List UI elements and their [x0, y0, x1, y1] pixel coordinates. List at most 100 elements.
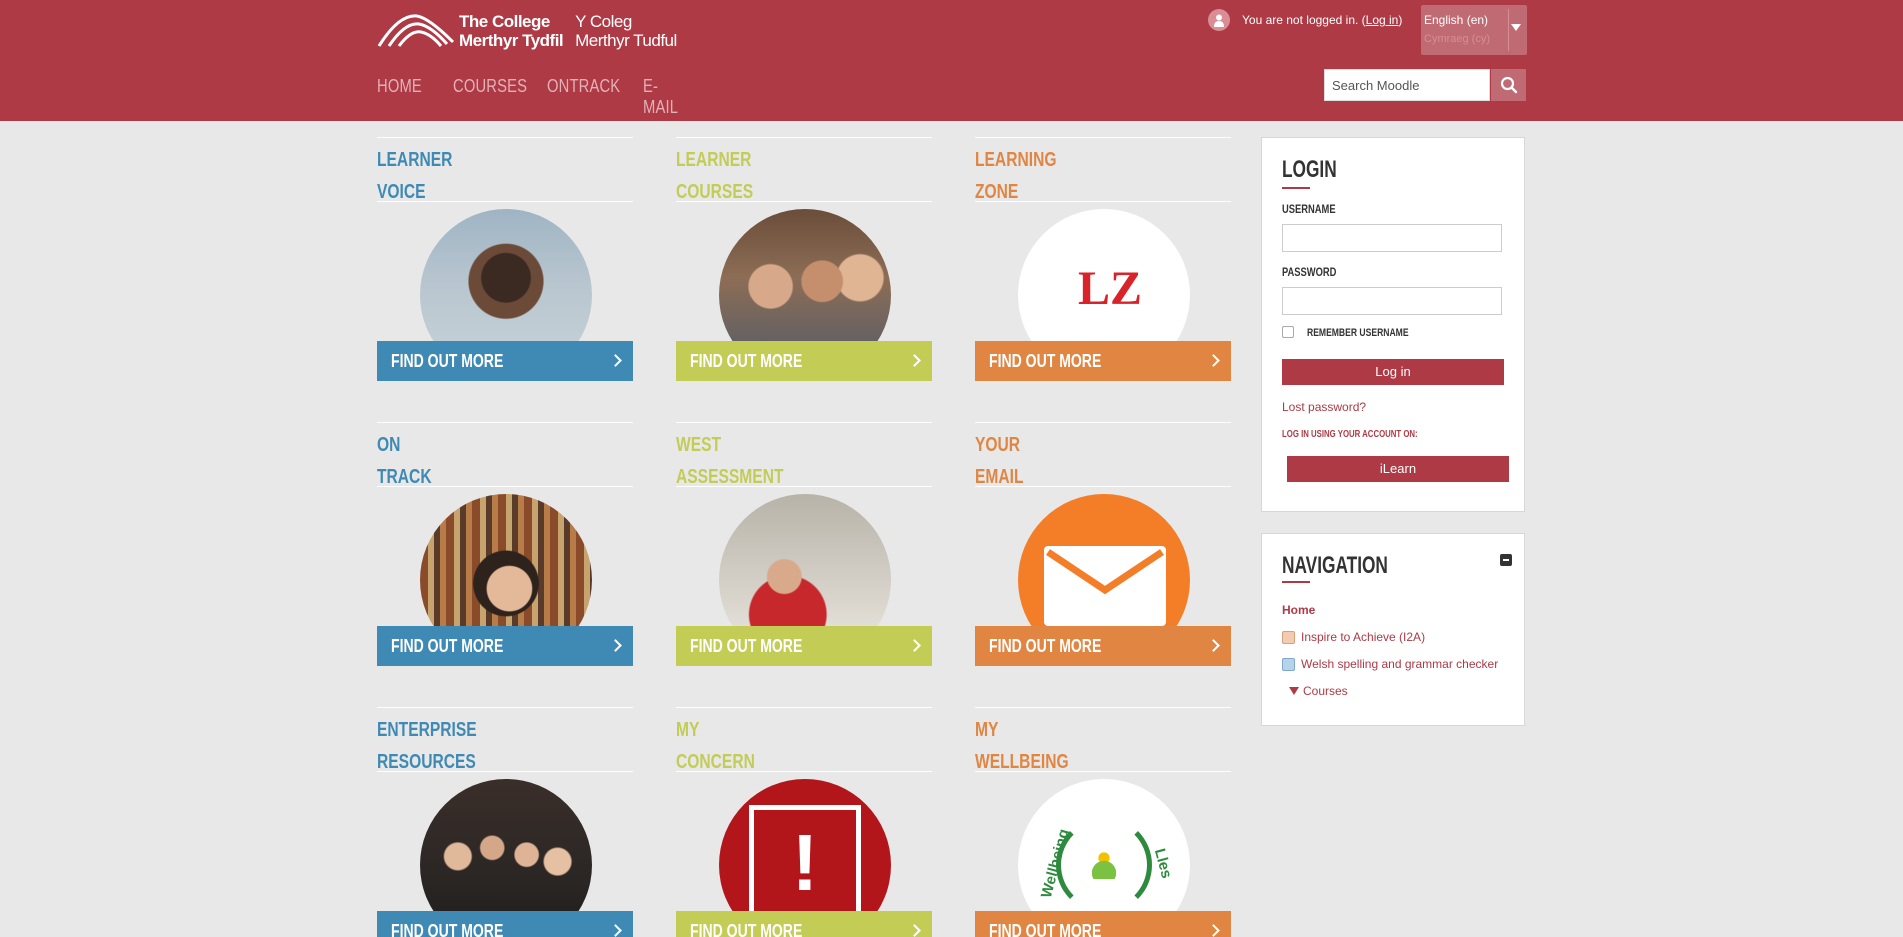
language-current[interactable]: English (en) [1424, 13, 1488, 27]
tile-title-line1: MY [975, 719, 999, 741]
search-input[interactable]: Search Moodle [1324, 69, 1490, 101]
tile-title-line2: COURSES [676, 181, 754, 203]
search-button[interactable] [1491, 69, 1526, 101]
find-out-more-button[interactable]: FIND OUT MORE [676, 626, 932, 666]
nav-block-courses[interactable]: Courses [1289, 684, 1348, 698]
nav-block-inspire-label: Inspire to Achieve (I2A) [1301, 630, 1426, 644]
chevron-right-icon [1207, 639, 1220, 652]
tile-title[interactable]: YOUR EMAIL [975, 429, 1024, 493]
chevron-right-icon [609, 354, 622, 367]
title-underline [1282, 187, 1310, 189]
tile-title[interactable]: LEARNING ZONE [975, 144, 1056, 208]
tile-title[interactable]: LEARNER VOICE [377, 144, 452, 208]
logo-en-line2: Merthyr Tydfil [459, 31, 564, 50]
find-out-more-button[interactable]: FIND OUT MORE [676, 341, 932, 381]
nav-block-home[interactable]: Home [1282, 603, 1315, 617]
divider [975, 137, 1231, 138]
divider [377, 707, 633, 708]
divider [377, 771, 633, 772]
chevron-down-icon[interactable] [1511, 24, 1521, 31]
find-out-more-label: FIND OUT MORE [989, 351, 1102, 371]
nav-block-welsh-checker-label: Welsh spelling and grammar checker [1301, 657, 1499, 671]
find-out-more-button[interactable]: FIND OUT MORE [975, 341, 1231, 381]
ilearn-login-button[interactable]: iLearn [1287, 456, 1509, 482]
login-block-title: LOGIN [1282, 156, 1337, 183]
language-selector[interactable]: English (en) Cymraeg (cy) [1421, 5, 1527, 55]
lost-password-link[interactable]: Lost password? [1282, 400, 1366, 414]
wellbeing-right-label: Lles [1150, 846, 1176, 881]
tile-title[interactable]: MY CONCERN [676, 714, 755, 778]
course-icon [1282, 630, 1295, 644]
tile-title-line1: LEARNER [676, 149, 752, 171]
divider [676, 486, 932, 487]
nav-item-home[interactable]: HOME [377, 76, 422, 118]
divider [377, 137, 633, 138]
find-out-more-label: FIND OUT MORE [989, 636, 1102, 656]
tile-title-line1: LEARNING [975, 149, 1057, 171]
tile-title[interactable]: MY WELLBEING [975, 714, 1069, 778]
user-avatar-icon [1208, 9, 1230, 31]
tile-title-line1: MY [676, 719, 700, 741]
nav-item-ontrack[interactable]: ONTRACK [547, 76, 620, 118]
logo-cy-line1: Y Coleg [575, 12, 632, 31]
divider [676, 771, 932, 772]
find-out-more-button[interactable]: FIND OUT MORE [377, 626, 633, 666]
navigation-block: NAVIGATION Home Inspire to Achieve (I2A)… [1261, 533, 1525, 726]
tile-title[interactable]: ENTERPRISE RESOURCES [377, 714, 477, 778]
college-logo[interactable]: The College Merthyr Tydfil Y Coleg Merth… [377, 12, 677, 50]
login-block: LOGIN USERNAME PASSWORD REMEMBER USERNAM… [1261, 137, 1525, 512]
tile-title[interactable]: WEST ASSESSMENT [676, 429, 783, 493]
main-nav: HOME COURSES ONTRACK E-MAIL [377, 76, 723, 118]
find-out-more-label: FIND OUT MORE [690, 921, 803, 937]
chevron-right-icon [1207, 924, 1220, 937]
tile-title-line1: ENTERPRISE [377, 719, 477, 741]
tile-title-line2: VOICE [377, 181, 426, 203]
nav-item-email[interactable]: E-MAIL [643, 76, 684, 118]
divider [377, 201, 633, 202]
login-info: You are not logged in. (Log in) [1242, 13, 1402, 27]
tile-title-line1: ON [377, 434, 401, 456]
find-out-more-label: FIND OUT MORE [690, 351, 803, 371]
find-out-more-button[interactable]: FIND OUT MORE [975, 626, 1231, 666]
header-login-link[interactable]: Log in [1366, 13, 1399, 27]
tile-title[interactable]: ON TRACK [377, 429, 432, 493]
chevron-right-icon [609, 639, 622, 652]
login-button[interactable]: Log in [1282, 359, 1504, 385]
login-info-close: ) [1398, 13, 1403, 27]
divider [377, 486, 633, 487]
nav-block-inspire[interactable]: Inspire to Achieve (I2A) [1282, 630, 1425, 644]
find-out-more-label: FIND OUT MORE [690, 636, 803, 656]
find-out-more-button[interactable]: FIND OUT MORE [377, 341, 633, 381]
tile-title-line1: WEST [676, 434, 722, 456]
divider [975, 707, 1231, 708]
divider [975, 771, 1231, 772]
site-header: The College Merthyr Tydfil Y Coleg Merth… [0, 0, 1903, 121]
logo-welsh-name: Y Coleg Merthyr Tudful [575, 12, 677, 50]
divider [975, 486, 1231, 487]
divider [676, 201, 932, 202]
collapse-icon[interactable] [1500, 554, 1512, 566]
password-field[interactable] [1282, 287, 1502, 315]
nav-item-courses[interactable]: COURSES [453, 76, 527, 118]
college-logo-mark-icon [377, 14, 455, 47]
find-out-more-button[interactable]: FIND OUT MORE [975, 911, 1231, 937]
language-alt[interactable]: Cymraeg (cy) [1424, 33, 1490, 45]
page-icon [1282, 657, 1295, 671]
find-out-more-button[interactable]: FIND OUT MORE [676, 911, 932, 937]
find-out-more-label: FIND OUT MORE [391, 351, 504, 371]
tile-title-line2: ASSESSMENT [676, 466, 784, 488]
tile-title[interactable]: LEARNER COURSES [676, 144, 753, 208]
tile-title-line2: CONCERN [676, 751, 755, 773]
title-underline [1282, 581, 1310, 583]
divider [975, 422, 1231, 423]
divider [377, 422, 633, 423]
tile-title-line2: TRACK [377, 466, 432, 488]
remember-username-checkbox[interactable] [1282, 326, 1294, 338]
triangle-down-icon [1289, 687, 1299, 695]
username-field[interactable] [1282, 224, 1502, 252]
sso-label: LOG IN USING YOUR ACCOUNT ON: [1282, 429, 1418, 440]
logo-cy-line2: Merthyr Tudful [575, 31, 677, 50]
find-out-more-button[interactable]: FIND OUT MORE [377, 911, 633, 937]
nav-block-welsh-checker[interactable]: Welsh spelling and grammar checker [1282, 657, 1498, 671]
find-out-more-label: FIND OUT MORE [989, 921, 1102, 937]
